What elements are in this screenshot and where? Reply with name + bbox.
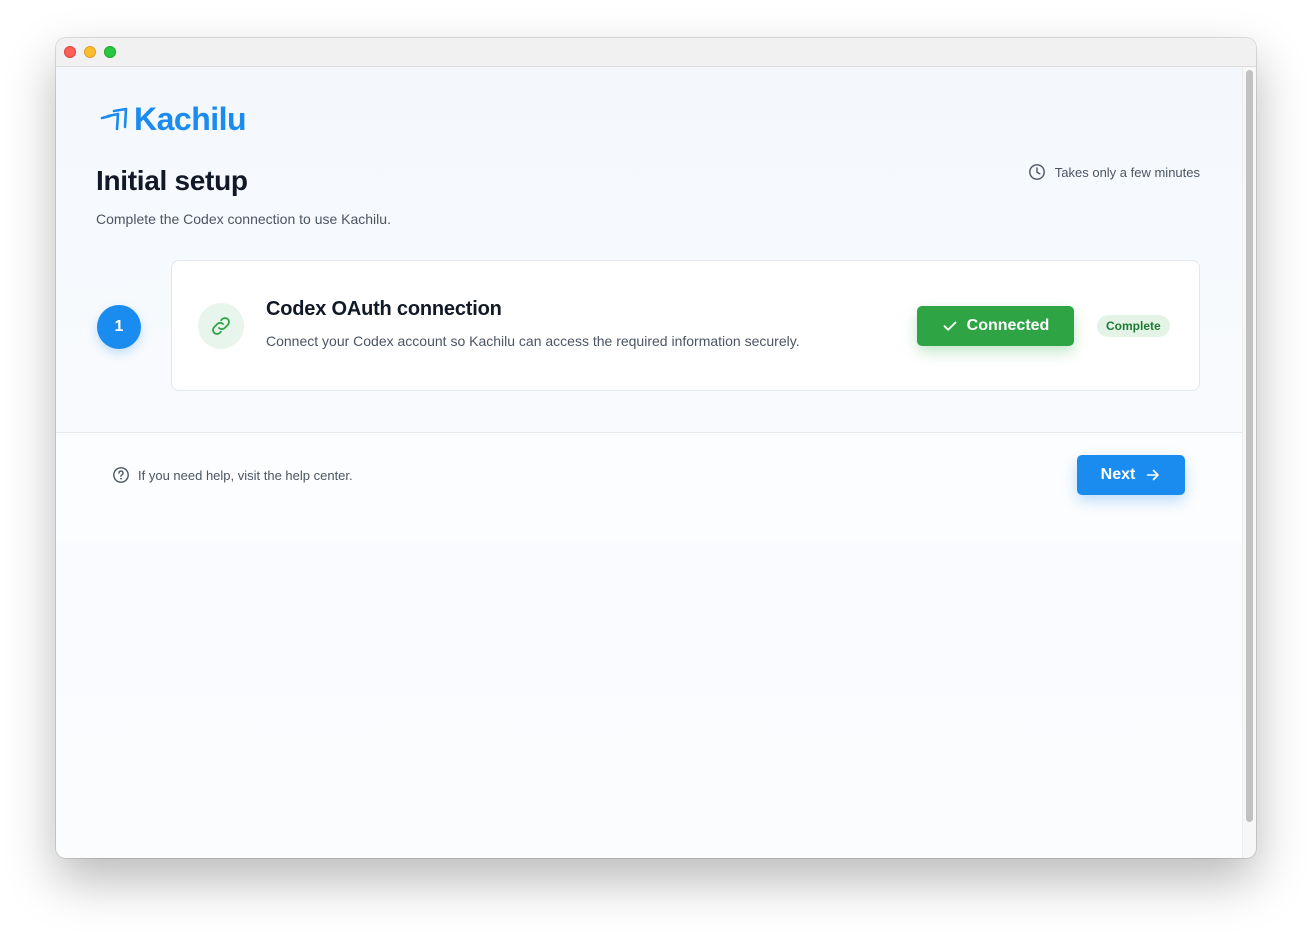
help-center-link[interactable]: If you need help, visit the help center. bbox=[138, 468, 353, 483]
status-badge: Complete bbox=[1097, 315, 1170, 337]
title-bar[interactable] bbox=[56, 38, 1256, 67]
next-button-label: Next bbox=[1100, 466, 1136, 483]
time-estimate: Takes only a few minutes bbox=[1028, 163, 1200, 181]
vertical-scrollbar[interactable] bbox=[1242, 67, 1256, 858]
app-window: Kachilu Initial setup Complete the Codex… bbox=[56, 38, 1256, 858]
step-number-badge: 1 bbox=[97, 305, 141, 349]
step-description: Connect your Codex account so Kachilu ca… bbox=[266, 333, 800, 349]
step-title: Codex OAuth connection bbox=[266, 298, 502, 320]
close-window-button[interactable] bbox=[64, 46, 76, 58]
arrow-right-icon bbox=[1147, 469, 1160, 481]
help-note: If you need help, visit the help center. bbox=[112, 466, 353, 484]
check-icon bbox=[943, 321, 957, 331]
app-name: Kachilu bbox=[134, 100, 247, 137]
time-estimate-text: Takes only a few minutes bbox=[1054, 164, 1200, 180]
desktop: Kachilu Initial setup Complete the Codex… bbox=[0, 0, 1312, 932]
next-button[interactable]: Next bbox=[1077, 455, 1185, 495]
scrollbar-thumb[interactable] bbox=[1246, 70, 1253, 822]
maximize-window-button[interactable] bbox=[104, 46, 116, 58]
connected-button-label: Connected bbox=[966, 317, 1050, 334]
page-subtitle: Complete the Codex connection to use Kac… bbox=[96, 211, 391, 227]
page-title: Initial setup bbox=[96, 165, 248, 196]
question-circle-icon bbox=[113, 467, 129, 483]
step-card-codex-oauth: Codex OAuth connection Connect your Code… bbox=[171, 260, 1200, 391]
link-icon bbox=[212, 317, 230, 335]
minimize-window-button[interactable] bbox=[84, 46, 96, 58]
connected-button[interactable]: Connected bbox=[917, 306, 1074, 346]
setup-page: Kachilu Initial setup Complete the Codex… bbox=[56, 67, 1242, 858]
step-icon-circle bbox=[198, 303, 244, 349]
app-logo: Kachilu bbox=[100, 100, 247, 137]
logo-mark-icon bbox=[100, 107, 128, 131]
clock-icon bbox=[1028, 164, 1045, 180]
footer-bar bbox=[56, 433, 1242, 543]
